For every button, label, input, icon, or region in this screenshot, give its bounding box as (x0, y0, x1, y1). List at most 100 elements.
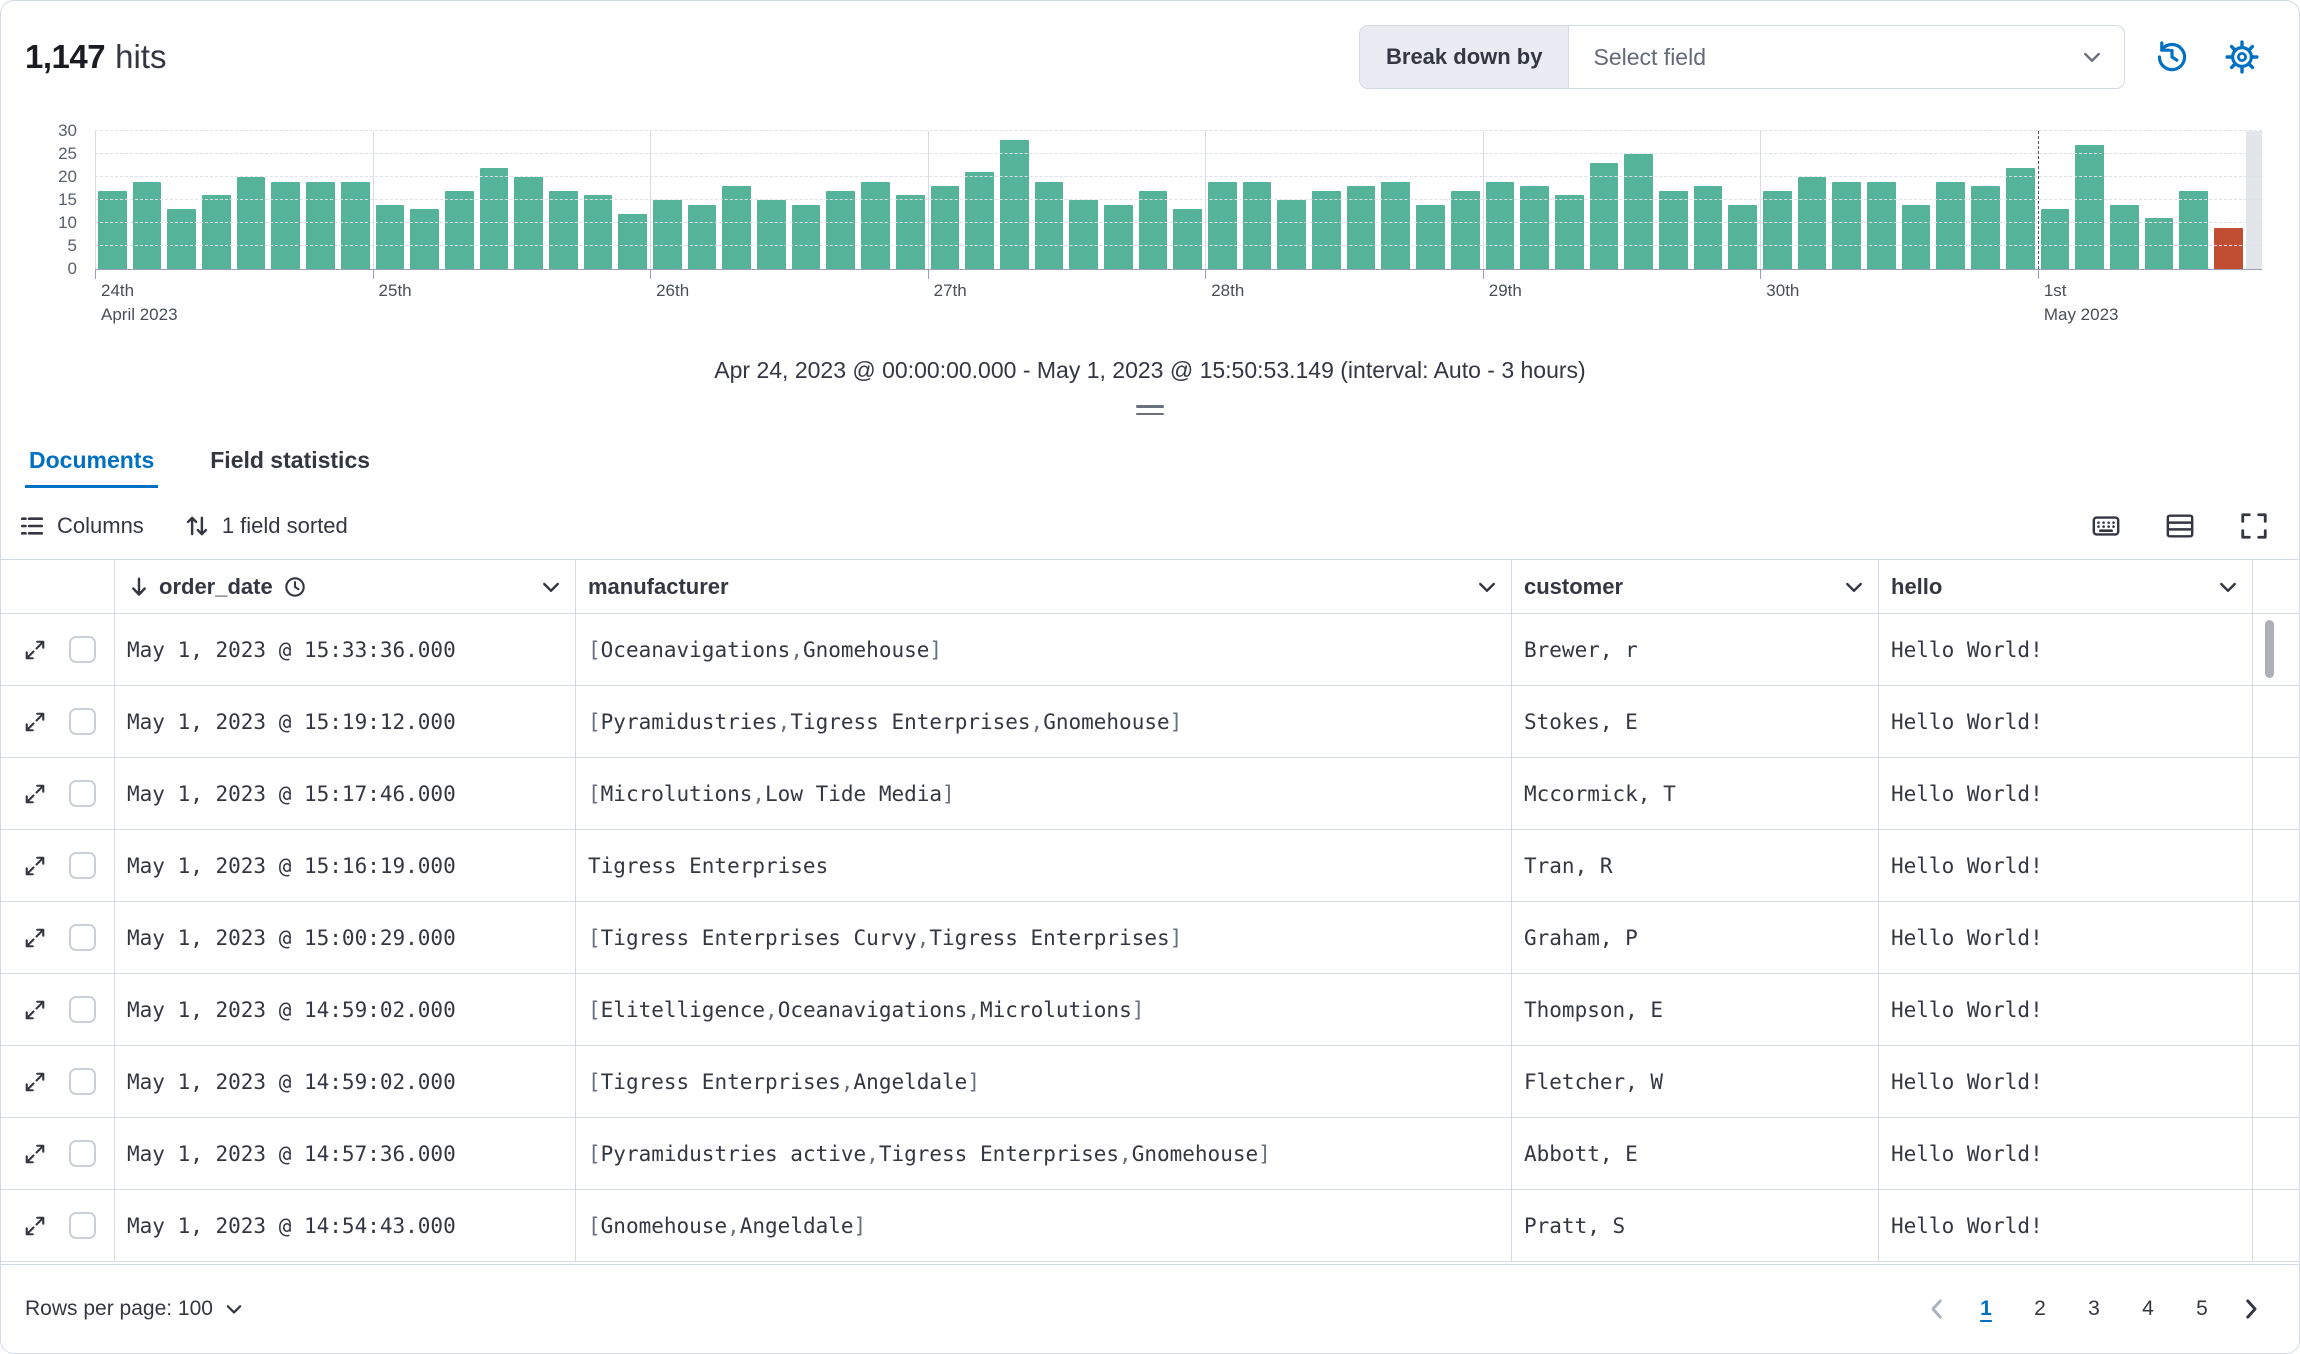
row-checkbox[interactable] (69, 924, 96, 951)
tab-documents[interactable]: Documents (25, 439, 159, 488)
table-header-hello[interactable]: hello (1879, 560, 2253, 613)
expand-row-icon[interactable] (23, 998, 47, 1022)
histogram-bar[interactable] (340, 181, 370, 269)
histogram-bar[interactable] (514, 177, 543, 269)
histogram-bar[interactable] (999, 140, 1029, 269)
histogram-bar-partial[interactable] (2213, 227, 2243, 269)
chevron-down-icon[interactable] (539, 575, 563, 599)
histogram-bar[interactable] (583, 195, 613, 269)
histogram-bar[interactable] (1069, 200, 1098, 269)
row-checkbox[interactable] (69, 1212, 96, 1239)
expand-row-icon[interactable] (23, 782, 47, 806)
histogram-bar[interactable] (167, 209, 197, 269)
histogram-bar[interactable] (2109, 204, 2139, 269)
expand-row-icon[interactable] (23, 1142, 47, 1166)
histogram-bar[interactable] (306, 181, 335, 269)
histogram-bar[interactable] (2144, 218, 2174, 269)
histogram-bar[interactable] (1208, 181, 1237, 269)
histogram-bar[interactable] (132, 181, 162, 269)
histogram-bar[interactable] (1416, 204, 1445, 269)
histogram-bar[interactable] (1658, 190, 1688, 269)
histogram-bar[interactable] (1797, 177, 1827, 269)
histogram-bar[interactable] (1138, 190, 1168, 269)
histogram-bar[interactable] (757, 200, 786, 269)
page-number-2[interactable]: 2 (2013, 1282, 2067, 1336)
histogram-bar[interactable] (548, 190, 578, 269)
rows-per-page-button[interactable]: Rows per page: 100 (25, 1297, 245, 1321)
histogram-bar[interactable] (1624, 154, 1653, 269)
table-header-customer[interactable]: customer (1512, 560, 1879, 613)
histogram-bar[interactable] (2040, 209, 2070, 269)
histogram-bar[interactable] (2179, 190, 2208, 269)
chevron-down-icon[interactable] (2216, 575, 2240, 599)
histogram-bar[interactable] (1936, 181, 1966, 269)
histogram-bar[interactable] (1832, 181, 1862, 269)
histogram-bar[interactable] (653, 200, 682, 269)
next-page-button[interactable] (2229, 1282, 2273, 1336)
row-checkbox[interactable] (69, 1140, 96, 1167)
breakdown-field-select[interactable]: Select field (1569, 26, 2124, 88)
histogram-bar[interactable] (1242, 181, 1272, 269)
row-checkbox[interactable] (69, 636, 96, 663)
histogram-bar[interactable] (1381, 181, 1411, 269)
sort-fields-button[interactable]: 1 field sorted (184, 513, 348, 539)
chevron-down-icon[interactable] (1475, 575, 1499, 599)
histogram-bar[interactable] (1173, 209, 1202, 269)
expand-row-icon[interactable] (23, 638, 47, 662)
page-number-3[interactable]: 3 (2067, 1282, 2121, 1336)
tab-field-statistics[interactable]: Field statistics (206, 439, 374, 488)
expand-row-icon[interactable] (23, 1214, 47, 1238)
histogram-bar[interactable] (375, 204, 405, 269)
row-checkbox[interactable] (69, 780, 96, 807)
histogram-bar[interactable] (1728, 204, 1757, 269)
histogram-bar[interactable] (98, 190, 127, 269)
row-checkbox[interactable] (69, 1068, 96, 1095)
expand-row-icon[interactable] (23, 926, 47, 950)
histogram-bar[interactable] (1554, 195, 1584, 269)
histogram-bar[interactable] (1312, 190, 1341, 269)
chart-options-button[interactable] (2149, 34, 2195, 80)
histogram-bar[interactable] (479, 167, 509, 269)
row-checkbox[interactable] (69, 996, 96, 1023)
histogram-bar[interactable] (1867, 181, 1896, 269)
histogram-bar[interactable] (861, 181, 890, 269)
columns-button[interactable]: Columns (19, 513, 144, 539)
histogram-bar[interactable] (271, 181, 301, 269)
page-number-5[interactable]: 5 (2175, 1282, 2229, 1336)
settings-button[interactable] (2219, 34, 2265, 80)
chevron-down-icon[interactable] (1842, 575, 1866, 599)
table-header-manufacturer[interactable]: manufacturer (576, 560, 1512, 613)
histogram-bar[interactable] (1034, 181, 1064, 269)
display-options-button[interactable] (2165, 511, 2195, 541)
histogram-bar[interactable] (791, 204, 821, 269)
histogram-bar[interactable] (410, 209, 439, 269)
histogram-bar[interactable] (687, 204, 717, 269)
histogram-bar[interactable] (1485, 181, 1515, 269)
histogram-bar[interactable] (1763, 190, 1792, 269)
histogram-bar[interactable] (2075, 144, 2104, 269)
histogram-bar[interactable] (1589, 163, 1619, 269)
histogram-bar[interactable] (965, 172, 994, 269)
histogram-bar[interactable] (1901, 204, 1931, 269)
panel-resize-handle[interactable] (1136, 405, 1164, 415)
keyboard-shortcuts-button[interactable] (2091, 511, 2121, 541)
expand-row-icon[interactable] (23, 1070, 47, 1094)
histogram-bar[interactable] (444, 190, 474, 269)
page-number-4[interactable]: 4 (2121, 1282, 2175, 1336)
page-number-1[interactable]: 1 (1959, 1282, 2013, 1336)
expand-row-icon[interactable] (23, 710, 47, 734)
histogram-bar[interactable] (1103, 204, 1133, 269)
histogram-bar[interactable] (826, 190, 856, 269)
previous-page-button[interactable] (1915, 1282, 1959, 1336)
histogram-bar[interactable] (202, 195, 231, 269)
histogram-bar[interactable] (1277, 200, 1307, 269)
row-checkbox[interactable] (69, 708, 96, 735)
expand-row-icon[interactable] (23, 854, 47, 878)
histogram-bar[interactable] (895, 195, 925, 269)
vertical-scrollbar[interactable] (2265, 620, 2274, 678)
histogram-bar[interactable] (2005, 167, 2035, 269)
histogram-bar[interactable] (1450, 190, 1480, 269)
histogram-bar[interactable] (236, 177, 266, 269)
row-checkbox[interactable] (69, 852, 96, 879)
fullscreen-button[interactable] (2239, 511, 2269, 541)
